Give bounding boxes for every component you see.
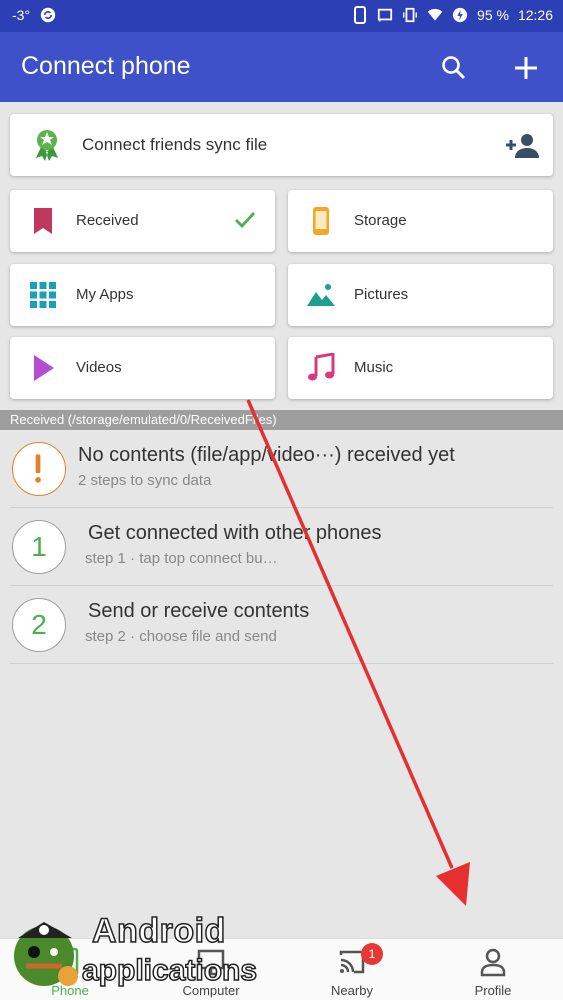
app-bar: Connect phone [0,32,563,102]
tile-label: Pictures [354,286,409,303]
tile-label: Videos [76,359,122,376]
watermark-line-2: applications [81,953,258,988]
tile-received[interactable]: Received [10,190,275,252]
row-title: Send or receive contents [88,600,310,622]
vibrate-icon [403,7,417,23]
nav-label: Profile [474,983,512,998]
banner-label: Connect friends sync file [82,135,268,154]
connect-friends-banner[interactable]: Connect friends sync file [10,114,553,176]
bookmark-icon [34,208,52,234]
checkmark-icon [235,212,256,229]
row-title: Get connected with other phones [88,522,382,544]
landscape-icon [307,284,335,306]
search-icon[interactable] [440,54,468,82]
wifi-icon [427,8,443,21]
tile-my-apps[interactable]: My Apps [10,264,275,326]
nav-nearby[interactable]: 1 Nearby [282,939,422,1000]
temperature-text: -3° [12,7,31,23]
list-item-step-2[interactable]: 2 Send or receive contents step 2 · choo… [10,586,553,664]
apps-grid-icon [30,282,56,308]
step-number: 2 [31,609,47,640]
nav-profile[interactable]: Profile [423,939,563,1000]
step-number: 1 [31,531,47,562]
tile-videos[interactable]: Videos [10,337,275,399]
page-title: Connect phone [21,52,191,80]
row-subtitle: step 1 · tap top connect bu… [85,550,278,567]
watermark-line-1: Android [91,911,226,951]
step-number-badge: 2 [12,598,66,652]
tile-music[interactable]: Music [288,337,553,399]
path-bar: Received (/storage/emulated/0/ReceivedFi… [0,410,563,430]
battery-charging-icon [452,7,468,23]
list-item-step-1[interactable]: 1 Get connected with other phones step 1… [10,508,553,586]
music-note-icon [308,353,335,381]
ribbon-badge-icon [36,130,58,161]
nav-label: Nearby [331,983,373,998]
watermark: Android applications [0,908,260,1000]
tile-storage[interactable]: Storage [288,190,553,252]
tile-label: Received [76,212,139,229]
tile-pictures[interactable]: Pictures [288,264,553,326]
step-number-badge: 1 [12,520,66,574]
list-item-no-contents[interactable]: No contents (file/app/video···) received… [10,430,553,508]
battery-percent: 95 % [477,7,509,23]
android-pirate-logo-icon [14,922,78,986]
phone-icon [313,207,329,235]
warning-icon [12,442,66,496]
row-subtitle: step 2 · choose file and send [85,628,277,645]
phone-status-icon [354,6,367,24]
row-title: No contents (file/app/video···) received… [78,444,455,466]
tile-label: My Apps [76,286,134,303]
notification-badge: 1 [361,943,383,965]
status-bar: -3° 95 % 12:26 [0,0,563,32]
sync-icon [40,7,56,23]
tile-label: Music [354,359,394,376]
row-subtitle: 2 steps to sync data [78,472,212,489]
plus-icon[interactable] [512,54,540,82]
add-person-icon[interactable] [505,132,539,158]
play-icon [34,355,54,381]
cast-status-icon [377,8,393,22]
person-icon [480,948,506,977]
clock: 12:26 [517,7,553,23]
tile-label: Storage [354,212,407,229]
